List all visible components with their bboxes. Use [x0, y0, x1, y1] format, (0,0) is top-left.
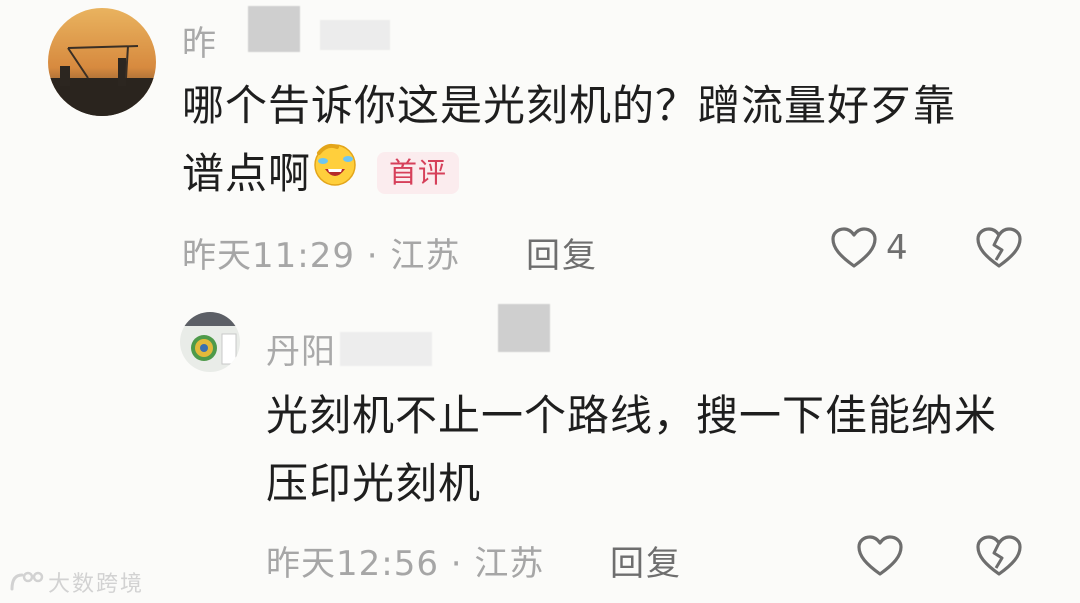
avatar-sunset-image [48, 8, 156, 116]
avatar[interactable] [180, 312, 240, 372]
comment-text: 光刻机不止一个路线，搜一下佳能纳米 压印光刻机 [266, 382, 1046, 518]
watermark-text: 大数跨境 [48, 572, 145, 597]
comment-text: 哪个告诉你这是光刻机的？蹭流量好歹靠 谱点啊 首评 [182, 72, 1022, 211]
redacted-username-block [498, 304, 550, 352]
heart-icon [831, 227, 877, 268]
reply-button[interactable]: 回复 [610, 536, 682, 585]
dislike-button[interactable] [975, 226, 1023, 270]
username[interactable]: 昨 [182, 16, 217, 65]
watermark-logo-icon [8, 569, 48, 601]
comment-text-line: 压印光刻机 [266, 459, 482, 508]
comment-text-line: 谱点啊 首评 [182, 140, 1022, 211]
redacted-username-block [248, 6, 300, 52]
laughing-crying-emoji-icon [311, 139, 359, 207]
avatar[interactable] [48, 8, 156, 116]
first-comment-badge: 首评 [377, 151, 460, 194]
heart-icon [857, 535, 903, 576]
like-button[interactable] [856, 534, 904, 578]
like-button[interactable] [830, 226, 878, 270]
dislike-button[interactable] [975, 534, 1023, 578]
comment-timestamp-location: 昨天12:56 · 江苏 [266, 544, 545, 584]
like-count: 4 [886, 228, 908, 268]
comment-text-line: 哪个告诉你这是光刻机的？蹭流量好歹靠 [182, 81, 957, 130]
username[interactable]: 丹阳 [266, 324, 336, 373]
reply-button[interactable]: 回复 [526, 228, 598, 277]
broken-heart-icon [976, 227, 1022, 268]
comment-text-line: 光刻机不止一个路线，搜一下佳能纳米 [266, 391, 998, 440]
redacted-username-block [320, 20, 390, 50]
watermark: 大数跨境 [8, 566, 144, 601]
comment-timestamp-location: 昨天11:29 · 江苏 [182, 236, 461, 276]
comment-text-line-2: 谱点啊 [182, 149, 312, 198]
redacted-username-block [340, 332, 432, 366]
avatar-image [180, 312, 240, 372]
broken-heart-icon [976, 535, 1022, 576]
